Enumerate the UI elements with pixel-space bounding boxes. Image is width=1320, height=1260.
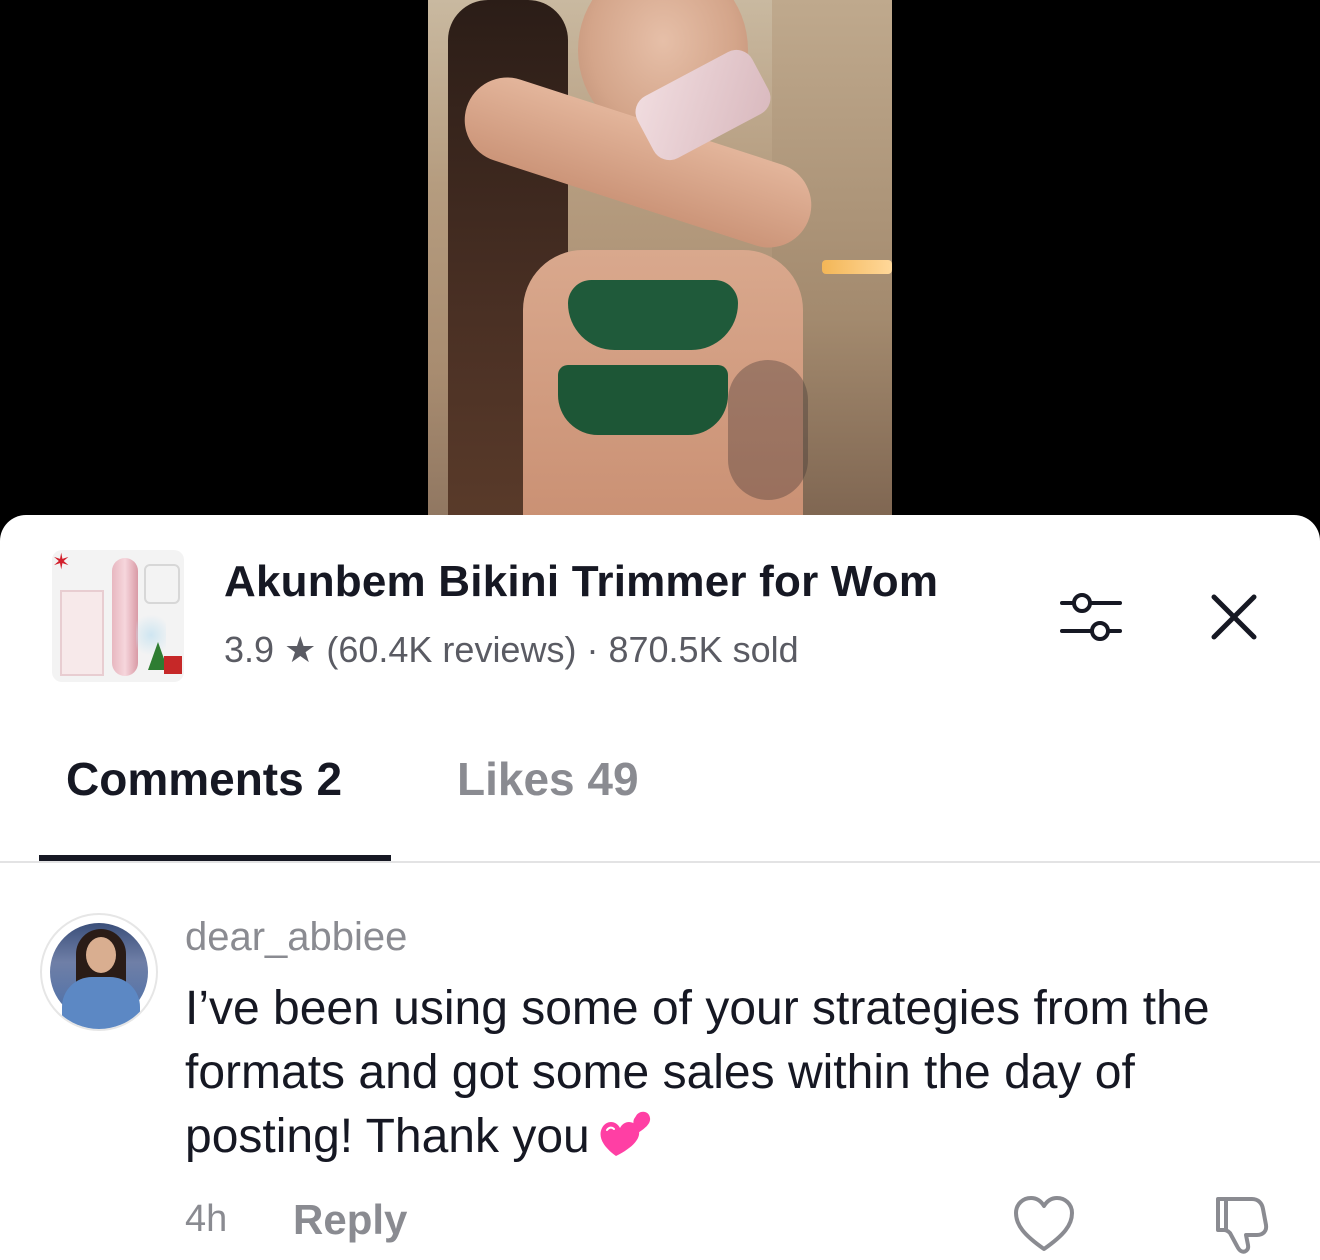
comment-body: I’ve been using some of your strategies … xyxy=(185,977,1295,1169)
tab-bar: Comments 2 Likes 49 xyxy=(0,740,1320,863)
video-person-top xyxy=(568,280,738,350)
reply-button[interactable]: Reply xyxy=(293,1196,407,1244)
comment-item: dear_abbiee I’ve been using some of your… xyxy=(0,895,1320,1260)
close-icon[interactable] xyxy=(1206,589,1262,645)
gift-icon xyxy=(164,656,182,674)
tab-likes[interactable]: Likes 49 xyxy=(457,752,639,806)
comment-text: I’ve been using some of your strategies … xyxy=(185,982,1210,1163)
video-wall-light xyxy=(822,260,892,274)
two-hearts-icon xyxy=(600,1111,650,1156)
tab-comments[interactable]: Comments 2 xyxy=(66,752,342,806)
video-player[interactable] xyxy=(0,0,1320,530)
product-meta: 3.9 ★ (60.4K reviews) · 870.5K sold xyxy=(224,629,799,671)
ribbon-bow-icon: ✶ xyxy=(52,550,71,574)
star-icon: ★ xyxy=(284,629,317,670)
product-accessories-image xyxy=(144,564,180,604)
product-device-image xyxy=(112,558,138,676)
video-frame[interactable] xyxy=(428,0,892,530)
product-card[interactable]: ✶ Akunbem Bikini Trimmer for Wom 3.9 ★ (… xyxy=(0,515,1320,705)
avatar-face xyxy=(86,937,116,973)
tabs-divider xyxy=(0,861,1320,863)
comment-time: 4h xyxy=(185,1198,228,1240)
comments-sheet: ✶ Akunbem Bikini Trimmer for Wom 3.9 ★ (… xyxy=(0,515,1320,1260)
avatar[interactable] xyxy=(40,913,158,1031)
product-reviews[interactable]: (60.4K reviews) xyxy=(326,629,576,671)
meta-separator: · xyxy=(586,629,599,670)
product-sold: 870.5K sold xyxy=(608,629,799,670)
thumbs-down-icon[interactable] xyxy=(1208,1191,1272,1255)
video-person-bottom xyxy=(558,365,728,435)
comment-username[interactable]: dear_abbiee xyxy=(185,915,407,960)
video-person-tattoo xyxy=(728,360,808,500)
product-thumbnail[interactable]: ✶ xyxy=(52,550,184,682)
avatar-jacket xyxy=(62,977,140,1029)
product-rating: 3.9 xyxy=(224,629,275,670)
product-title[interactable]: Akunbem Bikini Trimmer for Wom xyxy=(224,557,1024,607)
product-box-image xyxy=(60,590,104,676)
sliders-icon[interactable] xyxy=(1058,587,1124,647)
heart-outline-icon[interactable] xyxy=(1012,1195,1076,1255)
